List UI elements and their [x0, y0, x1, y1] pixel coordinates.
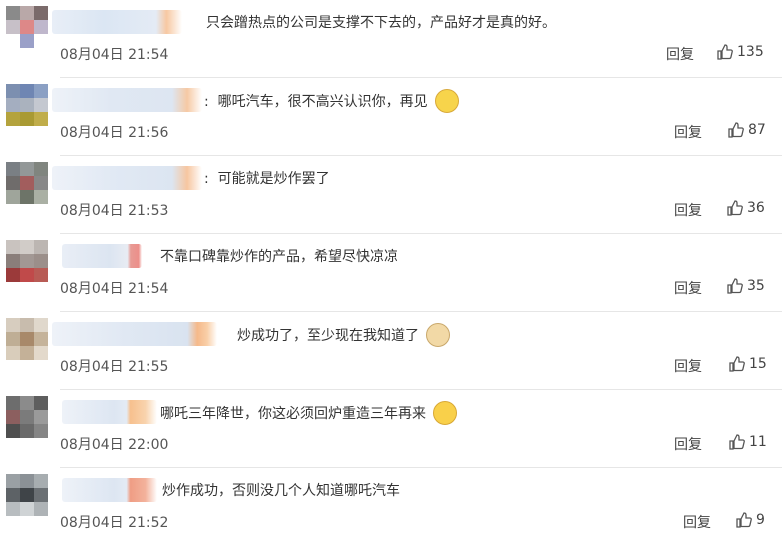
doge-emoji-icon	[426, 323, 451, 347]
like-count: 36	[747, 200, 765, 216]
comment-text: 不靠口碑靠炒作的产品，希望尽快凉凉	[160, 249, 398, 265]
thumbs-up-icon	[729, 356, 749, 372]
reply-button[interactable]: 回复	[674, 356, 702, 376]
like-button[interactable]: 135	[717, 44, 764, 60]
like-button[interactable]: 15	[729, 356, 767, 372]
comment-item: 炒成功了，至少现在我知道了 08月04日 21:55 回复 15	[0, 312, 782, 390]
comment-text: 炒成功了，至少现在我知道了	[237, 323, 451, 348]
comment-text: : 哪吒汽车，很不高兴认识你，再见	[204, 89, 460, 114]
comment-item: 炒作成功，否则没几个人知道哪吒汽车 08月04日 21:52 回复 9	[0, 468, 782, 546]
comment-text: 哪吒三年降世，你这必须回炉重造三年再来	[160, 401, 458, 426]
like-count: 9	[756, 512, 765, 528]
thumbs-up-icon	[728, 122, 748, 138]
comment-time: 08月04日 21:52	[60, 515, 169, 531]
username-blurred[interactable]	[52, 166, 202, 190]
username-blurred[interactable]	[52, 10, 182, 34]
like-count: 87	[748, 122, 766, 138]
avatar[interactable]	[6, 396, 48, 438]
username-blurred[interactable]	[62, 244, 142, 268]
reply-button[interactable]: 回复	[674, 200, 702, 220]
username-blurred[interactable]	[52, 88, 202, 112]
like-button[interactable]: 87	[728, 122, 766, 138]
reply-button[interactable]: 回复	[674, 434, 702, 454]
like-count: 15	[749, 356, 767, 372]
thumbs-up-icon	[717, 44, 737, 60]
comment-time: 08月04日 21:53	[60, 203, 169, 219]
avatar[interactable]	[6, 84, 48, 126]
thumbs-up-icon	[736, 512, 756, 528]
like-count: 11	[749, 434, 767, 450]
like-button[interactable]: 9	[736, 512, 765, 528]
avatar[interactable]	[6, 474, 48, 516]
comment-time: 08月04日 21:55	[60, 359, 169, 375]
username-blurred[interactable]	[62, 478, 157, 502]
like-button[interactable]: 36	[727, 200, 765, 216]
reply-button[interactable]: 回复	[674, 122, 702, 142]
comment-text: 炒作成功，否则没几个人知道哪吒汽车	[162, 483, 400, 499]
like-count: 35	[747, 278, 765, 294]
comment-item: : 可能就是炒作罢了 08月04日 21:53 回复 36	[0, 156, 782, 234]
thumbs-up-icon	[729, 434, 749, 450]
like-count: 135	[737, 44, 764, 60]
comment-time: 08月04日 21:54	[60, 47, 169, 63]
comment-time: 08月04日 21:56	[60, 125, 169, 141]
comment-item: 只会蹭热点的公司是支撑不下去的，产品好才是真的好。 08月04日 21:54 回…	[0, 0, 782, 78]
avatar[interactable]	[6, 318, 48, 360]
comment-item: : 哪吒汽车，很不高兴认识你，再见 08月04日 21:56 回复 87	[0, 78, 782, 156]
username-blurred[interactable]	[62, 400, 157, 424]
comment-item: 哪吒三年降世，你这必须回炉重造三年再来 08月04日 22:00 回复 11	[0, 390, 782, 468]
username-blurred[interactable]	[52, 322, 217, 346]
comment-time: 08月04日 22:00	[60, 437, 169, 453]
like-button[interactable]: 35	[727, 278, 765, 294]
avatar[interactable]	[6, 6, 48, 48]
comment-time: 08月04日 21:54	[60, 281, 169, 297]
comment-item: 不靠口碑靠炒作的产品，希望尽快凉凉 08月04日 21:54 回复 35	[0, 234, 782, 312]
reply-button[interactable]: 回复	[666, 44, 694, 64]
shh-emoji-icon	[435, 89, 460, 113]
comment-text: : 可能就是炒作罢了	[204, 171, 330, 187]
reply-button[interactable]: 回复	[674, 278, 702, 298]
thumbs-up-icon	[727, 278, 747, 294]
reply-button[interactable]: 回复	[683, 512, 711, 532]
laughing-tears-emoji-icon	[433, 401, 458, 425]
like-button[interactable]: 11	[729, 434, 767, 450]
thumbs-up-icon	[727, 200, 747, 216]
avatar[interactable]	[6, 162, 48, 204]
comment-text: 只会蹭热点的公司是支撑不下去的，产品好才是真的好。	[206, 15, 556, 31]
avatar[interactable]	[6, 240, 48, 282]
